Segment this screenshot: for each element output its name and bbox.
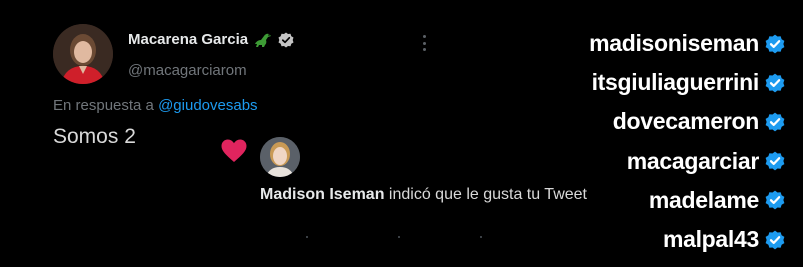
like-action-text: indicó que le gusta tu Tweet bbox=[384, 186, 587, 203]
verified-badge-icon bbox=[765, 190, 785, 210]
username-list: madisoniseman itsgiuliaguerrini dovecame… bbox=[589, 24, 785, 259]
verified-badge-icon bbox=[765, 112, 785, 132]
author-display-name[interactable]: Macarena Garcia bbox=[128, 31, 248, 48]
more-options-icon[interactable] bbox=[418, 33, 430, 53]
decorative-dots bbox=[300, 236, 500, 240]
tweet-text: Somos 2 bbox=[53, 125, 136, 148]
liker-name[interactable]: Madison Iseman bbox=[260, 186, 384, 203]
verified-badge-icon bbox=[765, 230, 785, 249]
author-avatar[interactable] bbox=[53, 24, 113, 84]
username-row[interactable]: itsgiuliaguerrini bbox=[592, 63, 785, 102]
username-row[interactable]: madelame bbox=[649, 181, 785, 220]
username-row[interactable]: dovecameron bbox=[613, 102, 785, 141]
liker-avatar[interactable] bbox=[260, 137, 300, 177]
username-label: madisoniseman bbox=[589, 30, 759, 57]
username-label: macagarciar bbox=[626, 147, 760, 174]
username-row[interactable]: malpal43 bbox=[663, 220, 785, 259]
username-label: itsgiuliaguerrini bbox=[591, 69, 760, 96]
heart-icon bbox=[221, 139, 247, 168]
username-label: madelame bbox=[648, 186, 759, 213]
verified-badge-icon bbox=[765, 34, 785, 53]
reply-to-link[interactable]: @giudovesabs bbox=[158, 97, 257, 114]
author-name-row[interactable]: Macarena Garcia bbox=[128, 31, 294, 48]
dinosaur-emoji-icon bbox=[253, 32, 273, 48]
reply-prefix: En respuesta a bbox=[53, 97, 154, 114]
username-label: dovecameron bbox=[612, 108, 760, 135]
like-notification-text: Madison Iseman indicó que le gusta tu Tw… bbox=[260, 182, 600, 207]
username-row[interactable]: madisoniseman bbox=[589, 24, 785, 63]
reply-context: En respuesta a @giudovesabs bbox=[53, 97, 258, 114]
verified-badge-icon bbox=[765, 151, 785, 171]
username-label: malpal43 bbox=[662, 226, 759, 253]
username-row[interactable]: macagarciar bbox=[627, 142, 785, 181]
verified-badge-icon bbox=[278, 32, 294, 48]
verified-badge-icon bbox=[765, 73, 785, 93]
author-handle[interactable]: @macagarciarom bbox=[128, 62, 247, 79]
